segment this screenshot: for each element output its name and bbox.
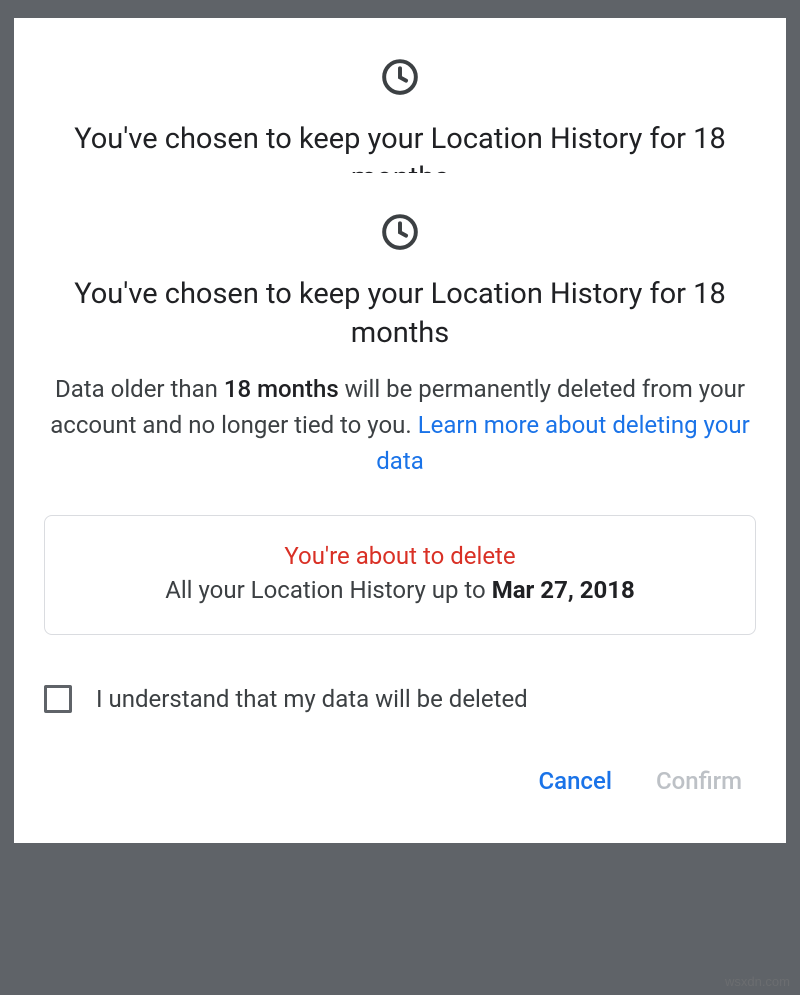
learn-more-link[interactable]: Learn more about deleting your data	[376, 411, 750, 475]
confirm-button[interactable]: Confirm	[656, 767, 742, 795]
consent-row: I understand that my data will be delete…	[14, 635, 786, 713]
warning-body: All your Location History up to Mar 27, …	[65, 576, 735, 604]
consent-checkbox[interactable]	[44, 685, 72, 713]
warning-pre: All your Location History up to	[165, 576, 492, 604]
consent-label: I understand that my data will be delete…	[96, 685, 528, 713]
delete-warning-card: You're about to delete All your Location…	[44, 515, 756, 635]
body-bold: 18 months	[224, 375, 339, 403]
dialog-body: Data older than 18 months will be perman…	[14, 371, 786, 479]
dialog-actions: Cancel Confirm	[14, 713, 786, 843]
warning-title: You're about to delete	[65, 542, 735, 570]
header-block: You've chosen to keep your Location Hist…	[14, 173, 786, 479]
cancel-button[interactable]: Cancel	[538, 767, 611, 795]
dialog-headline: You've chosen to keep your Location Hist…	[14, 275, 786, 353]
confirmation-dialog: You've chosen to keep your Location Hist…	[14, 18, 786, 843]
warning-date: Mar 27, 2018	[492, 576, 635, 604]
clock-icon	[381, 213, 419, 255]
watermark: wsxdn.com	[725, 974, 790, 989]
clock-icon	[381, 58, 419, 100]
body-pre: Data older than	[55, 375, 224, 403]
